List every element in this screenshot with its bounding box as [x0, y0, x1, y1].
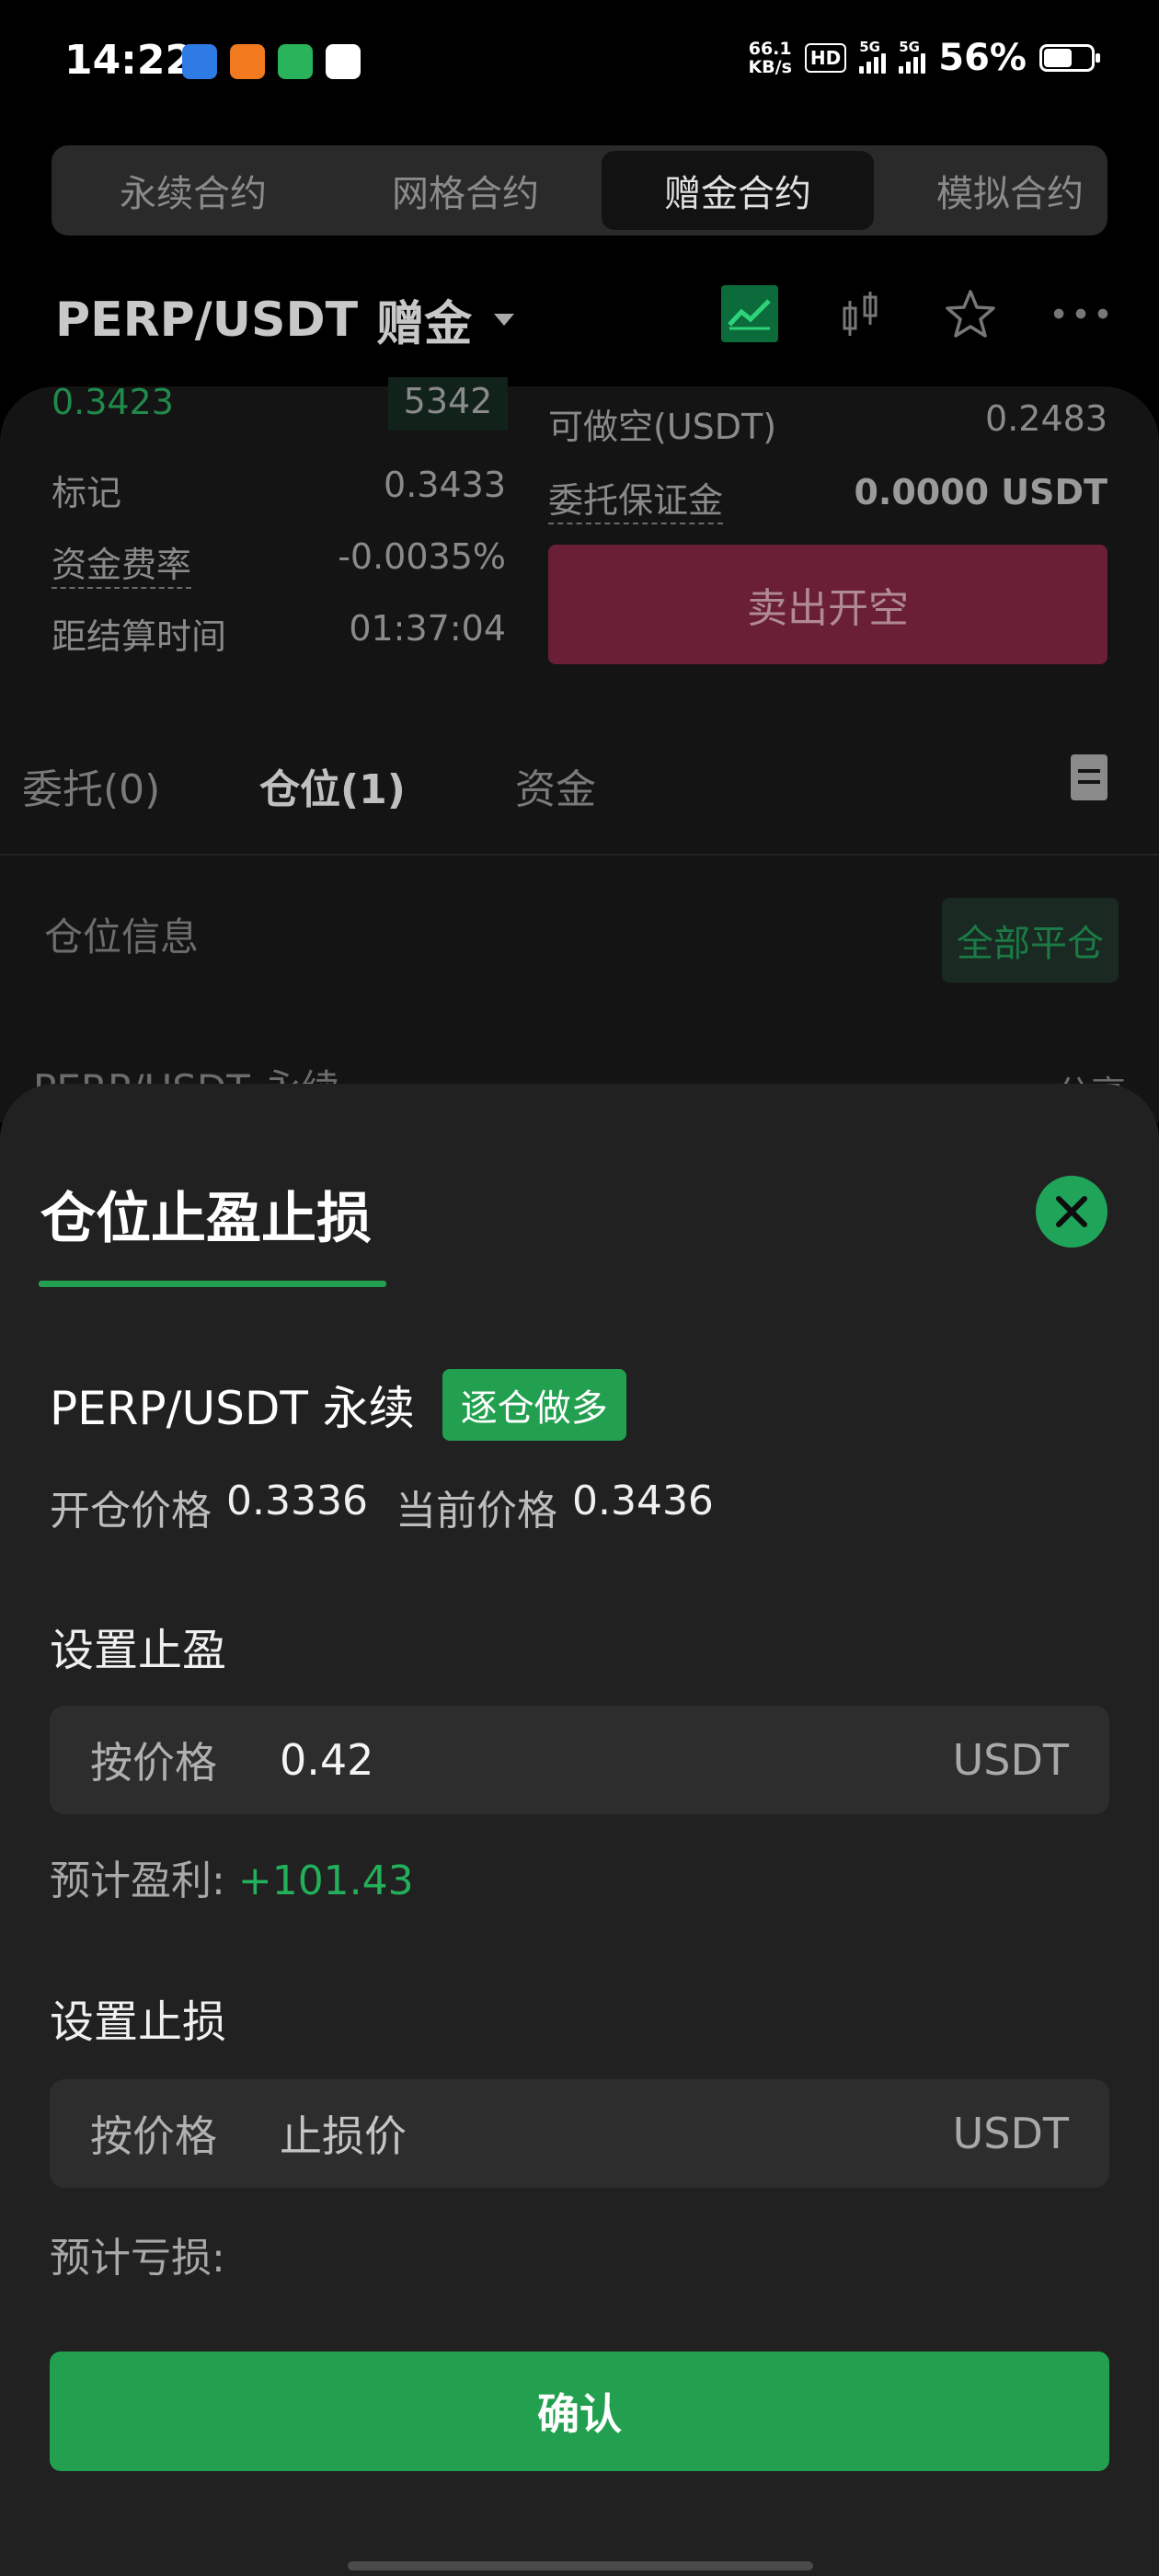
- sl-price-placeholder[interactable]: 止损价: [280, 2103, 953, 2164]
- sl-estimate-label: 预计亏损:: [50, 2235, 225, 2282]
- header-actions: [721, 285, 1109, 342]
- sell-short-button[interactable]: 卖出开空: [548, 545, 1107, 664]
- position-summary: PERP/USDT 永续 逐仓做多: [50, 1369, 626, 1441]
- hd-badge: HD: [804, 43, 847, 73]
- order-sub-tabs: 委托(0) 仓位(1) 资金: [0, 745, 1159, 856]
- tab-orders[interactable]: 委托(0): [22, 756, 160, 815]
- pair-selector[interactable]: PERP/USDT 赠金: [55, 285, 515, 354]
- sl-mode-label[interactable]: 按价格: [90, 2103, 280, 2164]
- tab-positions[interactable]: 仓位(1): [259, 756, 406, 815]
- app-notification-icon: [230, 44, 265, 79]
- close-button[interactable]: [1036, 1176, 1107, 1248]
- tab-funds[interactable]: 资金: [515, 756, 596, 815]
- network-speed: 66.1 KB/s: [748, 40, 791, 76]
- app-notification-icon: [182, 44, 217, 79]
- funding-value: -0.0035%: [338, 536, 506, 577]
- signal-label: 5G: [859, 39, 880, 55]
- status-time: 14:22: [64, 37, 194, 84]
- margin-value: 0.0000 USDT: [854, 472, 1107, 512]
- signal-icon: 5G: [859, 39, 887, 74]
- pair-type: 赠金: [376, 297, 473, 352]
- stop-loss-input[interactable]: 按价格 止损价 USDT: [50, 2079, 1109, 2188]
- app-notification-icon: [326, 44, 361, 79]
- settle-label: 距结算时间: [52, 616, 227, 657]
- price-line: 开仓价格 0.3336 当前价格 0.3436: [50, 1478, 714, 1536]
- settle-row: 距结算时间 01:37:04: [52, 608, 506, 659]
- margin-row: 委托保证金 0.0000 USDT: [548, 472, 1107, 524]
- tp-estimate: 预计盈利: +101.43: [50, 1847, 414, 1906]
- status-bar: 14:22 66.1 KB/s HD 5G 5G 56%: [0, 0, 1159, 129]
- tp-sl-sheet: 仓位止盈止损 PERP/USDT 永续 逐仓做多 开仓价格 0.3336 当前价…: [0, 1084, 1159, 2576]
- funding-label[interactable]: 资金费率: [52, 536, 192, 589]
- take-profit-label: 设置止盈: [50, 1625, 227, 1676]
- take-profit-input[interactable]: 按价格 0.42 USDT: [50, 1706, 1109, 1814]
- tp-unit: USDT: [952, 1735, 1069, 1785]
- tab-bonus[interactable]: 赠金合约: [602, 151, 874, 230]
- mark-value: 0.3433: [384, 465, 506, 505]
- tab-demo[interactable]: 模拟合约: [874, 151, 1107, 230]
- network-speed-unit: KB/s: [748, 57, 792, 77]
- star-icon[interactable]: [942, 285, 999, 342]
- stop-loss-label: 设置止损: [50, 1996, 227, 2048]
- status-indicators: 66.1 KB/s HD 5G 5G 56%: [748, 37, 1100, 79]
- sl-estimate: 预计亏损:: [50, 2225, 225, 2283]
- signal-label: 5G: [899, 39, 920, 55]
- tp-estimate-value: +101.43: [237, 1857, 414, 1904]
- current-price-label: 当前价格: [395, 1488, 557, 1535]
- short-avail-label: 可做空(USDT): [548, 407, 777, 447]
- tab-perpetual[interactable]: 永续合约: [57, 151, 329, 230]
- tp-mode-label[interactable]: 按价格: [90, 1730, 280, 1790]
- battery-fill: [1044, 49, 1073, 67]
- open-price-value: 0.3336: [226, 1478, 368, 1524]
- short-avail-value: 0.2483: [985, 398, 1107, 439]
- last-price: 0.3423: [52, 382, 174, 422]
- sl-unit: USDT: [952, 2109, 1069, 2158]
- current-price-value: 0.3436: [571, 1478, 714, 1524]
- app-notification-icon: [278, 44, 313, 79]
- network-speed-value: 66.1: [748, 39, 792, 59]
- mark-label: 标记: [52, 473, 122, 513]
- sheet-title: 仓位止盈止损: [40, 1187, 372, 1251]
- title-underline: [39, 1281, 386, 1287]
- tp-price-value[interactable]: 0.42: [280, 1735, 953, 1785]
- funding-row: 资金费率 -0.0035%: [52, 536, 506, 589]
- candlestick-icon[interactable]: [832, 285, 889, 342]
- home-indicator[interactable]: [348, 2561, 813, 2570]
- document-icon[interactable]: [1071, 754, 1107, 800]
- mark-row: 标记 0.3433: [52, 465, 506, 515]
- confirm-button[interactable]: 确认: [50, 2352, 1109, 2471]
- depth-value: 5342: [388, 377, 508, 431]
- close-all-button[interactable]: 全部平仓: [942, 898, 1119, 983]
- more-icon[interactable]: [1052, 285, 1109, 342]
- chart-icon[interactable]: [721, 285, 778, 342]
- contract-tabs: 永续合约 网格合约 赠金合约 模拟合约: [52, 145, 1107, 236]
- position-symbol-label: PERP/USDT 永续: [50, 1382, 415, 1435]
- side-tag: 逐仓做多: [442, 1369, 626, 1441]
- status-app-icons: [182, 44, 361, 79]
- battery-percent: 56%: [938, 37, 1027, 79]
- signal-icon: 5G: [899, 39, 926, 74]
- close-icon: [1056, 1196, 1087, 1227]
- positions-header: 仓位信息: [44, 914, 200, 960]
- caret-down-icon: [494, 314, 515, 326]
- tp-estimate-label: 预计盈利:: [50, 1857, 225, 1904]
- short-avail-row: 可做空(USDT) 0.2483: [548, 398, 1107, 449]
- battery-icon: [1039, 44, 1100, 72]
- settle-value: 01:37:04: [349, 608, 506, 649]
- tab-grid[interactable]: 网格合约: [329, 151, 602, 230]
- margin-label[interactable]: 委托保证金: [548, 472, 724, 524]
- open-price-label: 开仓价格: [50, 1488, 212, 1535]
- pair-name: PERP/USDT: [55, 292, 359, 348]
